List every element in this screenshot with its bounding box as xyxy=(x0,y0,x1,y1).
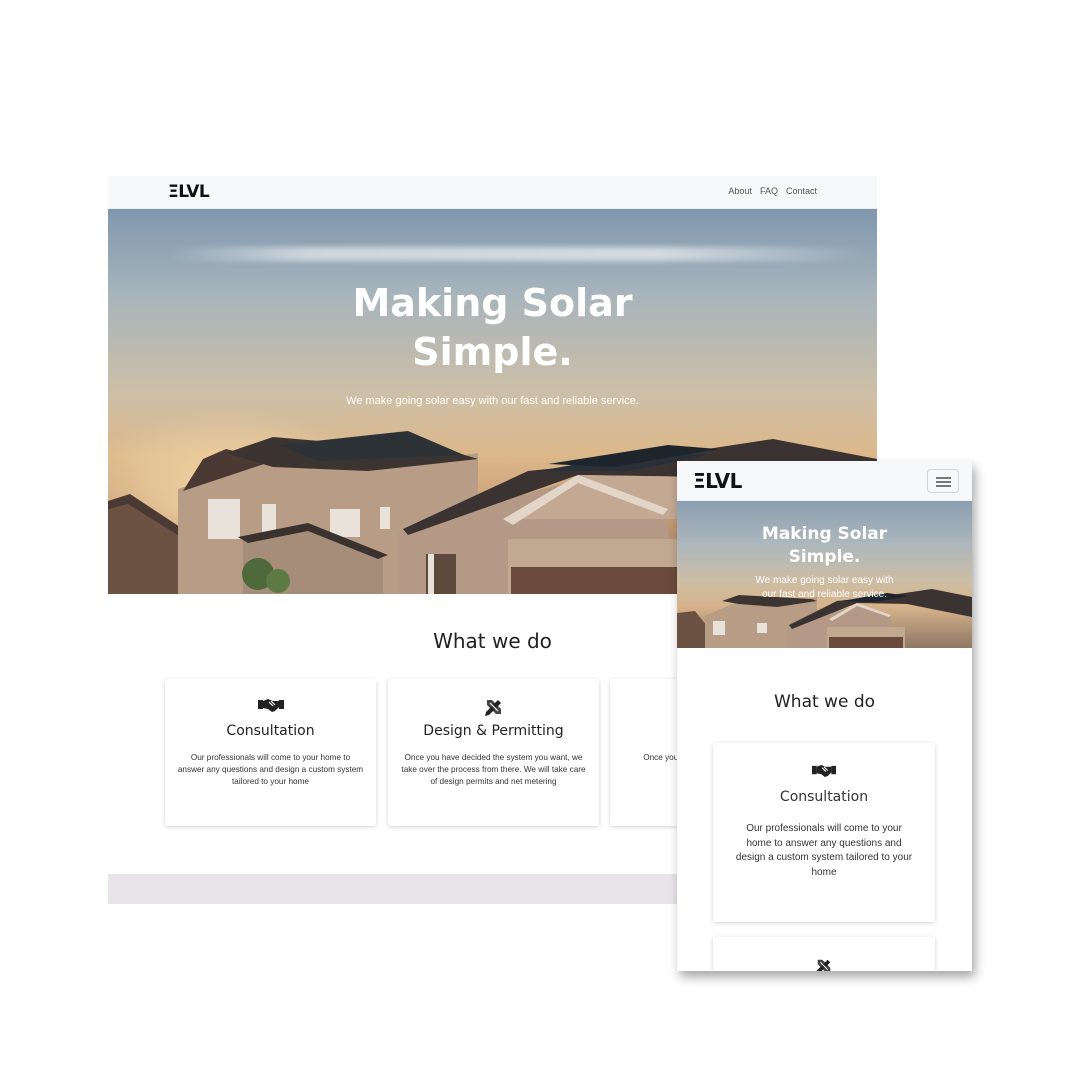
card-title: Consultation xyxy=(779,789,869,805)
service-card-design-permitting xyxy=(713,937,935,971)
mobile-mockup: ΞLVL Making Solar Simple. We make going … xyxy=(677,461,972,971)
logo[interactable]: ΞLVL xyxy=(168,183,210,202)
nav-link-about[interactable]: About xyxy=(728,186,752,196)
hero-title-line-1: Making Solar xyxy=(352,281,633,325)
hero-title: Making Solar Simple. xyxy=(108,279,877,377)
nav-link-faq[interactable]: FAQ xyxy=(760,186,778,196)
design-tools-icon xyxy=(388,697,599,717)
hamburger-icon xyxy=(936,477,951,479)
service-card-consultation: Consultation Our professionals will come… xyxy=(713,743,935,922)
service-card-consultation: Consultation Our professionals will come… xyxy=(165,679,376,826)
navbar: ΞLVL About FAQ Contact xyxy=(108,176,877,209)
design-tools-icon xyxy=(713,957,935,971)
section-title: What we do xyxy=(773,692,876,712)
hero-title-line-1: Making Solar xyxy=(761,524,888,544)
mobile-hero-section: Making Solar Simple. We make going solar… xyxy=(677,501,972,648)
hero-title-line-2: Simple. xyxy=(788,547,861,567)
hero-title: Making Solar Simple. xyxy=(677,523,972,569)
card-description: Our professionals will come to your home… xyxy=(177,753,364,786)
hero-subtitle: We make going solar easy with our fast a… xyxy=(755,575,894,600)
hamburger-icon-line xyxy=(936,481,951,483)
mobile-navbar: ΞLVL xyxy=(677,461,972,501)
card-title: Design & Permitting xyxy=(423,723,564,739)
card-description: Our professionals will come to your home… xyxy=(735,823,913,878)
hero-subtitle: We make going solar easy with our fast a… xyxy=(346,395,639,407)
hamburger-menu-button[interactable] xyxy=(927,469,959,493)
nav-link-contact[interactable]: Contact xyxy=(786,186,817,196)
logo[interactable]: ΞLVL xyxy=(693,470,742,492)
handshake-icon xyxy=(165,697,376,717)
card-description: Once you have decided the system you wan… xyxy=(401,753,586,786)
nav-links: About FAQ Contact xyxy=(728,186,817,196)
card-title: Consultation xyxy=(226,723,315,739)
hamburger-icon-line xyxy=(936,485,951,487)
handshake-icon xyxy=(713,763,935,781)
hero-title-line-2: Simple. xyxy=(412,330,573,374)
service-card-design-permitting: Design & Permitting Once you have decide… xyxy=(388,679,599,826)
